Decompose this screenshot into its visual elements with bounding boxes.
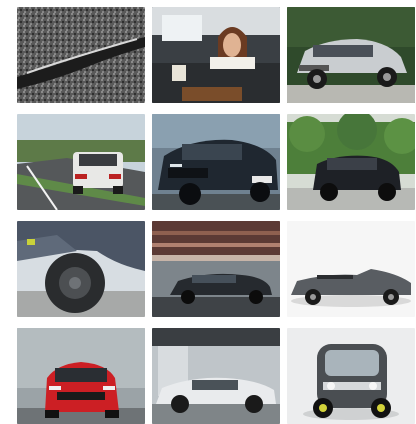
gallery-tile-grey-convertible[interactable] — [287, 221, 415, 317]
red-hatchback-image — [17, 328, 145, 424]
gallery-tile-offroad-tyre[interactable] — [17, 221, 145, 317]
dark-suv-image — [152, 114, 280, 210]
gallery-tile-tyre-tread[interactable] — [17, 7, 145, 103]
gallery-tile-silver-suv[interactable] — [287, 7, 415, 103]
tyre-tread-image — [17, 7, 145, 103]
grey-convertible-image — [287, 221, 415, 317]
gallery-tile-dark-suv[interactable] — [152, 114, 280, 210]
gallery-tile-dark-sedan-motion[interactable] — [152, 221, 280, 317]
black-suv-trees-image — [287, 114, 415, 210]
image-gallery — [0, 0, 416, 424]
gallery-tile-black-suv-trees[interactable] — [287, 114, 415, 210]
gallery-tile-camper-van[interactable] — [152, 7, 280, 103]
white-sedan-image — [152, 328, 280, 424]
gallery-tile-microcar[interactable] — [287, 328, 415, 424]
gallery-tile-red-hatchback[interactable] — [17, 328, 145, 424]
camper-van-image — [152, 7, 280, 103]
gallery-tile-white-suv-road[interactable] — [17, 114, 145, 210]
dark-sedan-motion-image — [152, 221, 280, 317]
microcar-image — [287, 328, 415, 424]
gallery-tile-white-sedan[interactable] — [152, 328, 280, 424]
white-suv-road-image — [17, 114, 145, 210]
offroad-tyre-image — [17, 221, 145, 317]
silver-suv-image — [287, 7, 415, 103]
